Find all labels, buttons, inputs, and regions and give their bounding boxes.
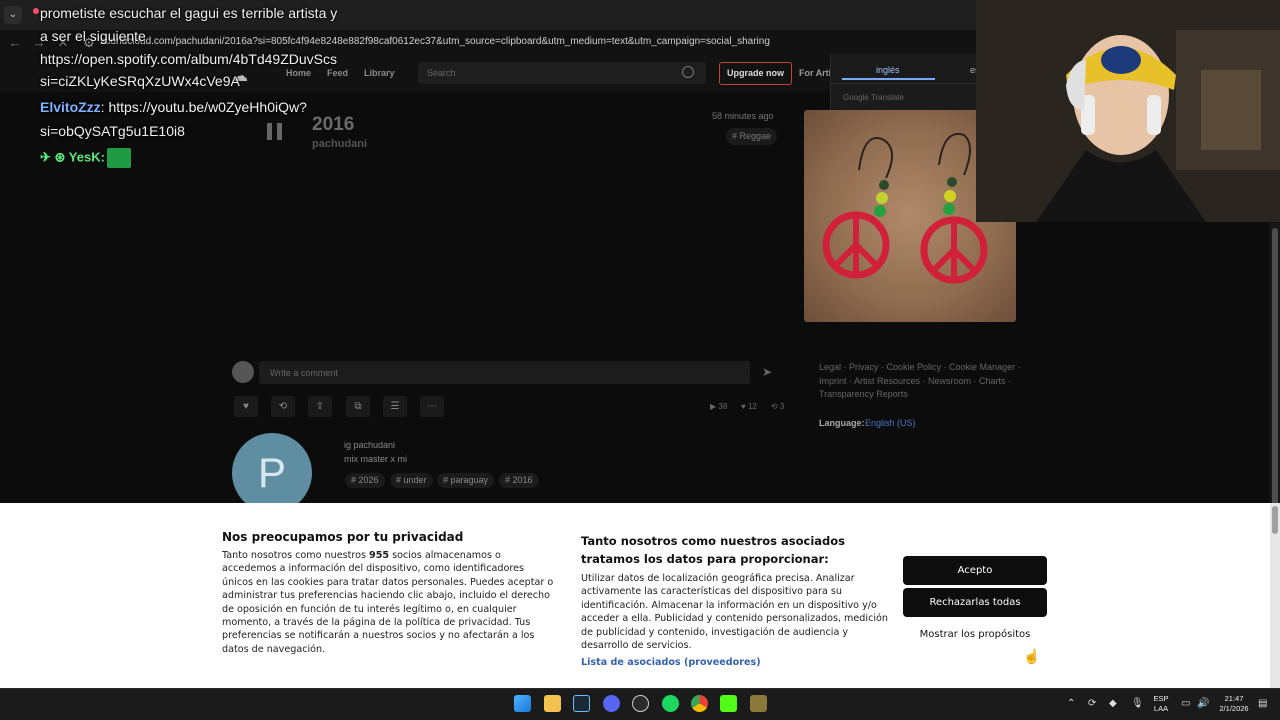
- nav-home[interactable]: Home: [286, 68, 311, 78]
- search-input[interactable]: [418, 62, 706, 84]
- chat-line-2: a ser el siguiente: [40, 28, 146, 44]
- search-placeholder: Search: [427, 68, 456, 78]
- hashtag-under[interactable]: # under: [390, 473, 433, 488]
- play-count: ▶ 38: [710, 402, 728, 411]
- back-arrow-icon[interactable]: ←: [6, 34, 24, 52]
- hashtag-2026[interactable]: # 2026: [345, 473, 385, 488]
- obs-icon[interactable]: [632, 695, 649, 712]
- for-artists-link[interactable]: For Arti: [799, 68, 831, 78]
- consent-purposes-title: Tanto nosotros como nuestros asociados t…: [581, 534, 846, 566]
- repost-button[interactable]: ⟲: [271, 396, 295, 417]
- chat-indicator-dot: [33, 8, 39, 14]
- steam-icon[interactable]: [573, 695, 590, 712]
- track-artist[interactable]: pachudani: [312, 138, 367, 150]
- hand-cursor-icon: ☝: [1023, 648, 1041, 664]
- pause-icon[interactable]: [267, 123, 283, 140]
- volume-icon[interactable]: 🔊: [1197, 698, 1209, 709]
- track-posted-time: 58 minutes ago: [712, 111, 774, 121]
- comment-placeholder: Write a comment: [270, 368, 338, 378]
- time: 21:47: [1224, 694, 1244, 703]
- chat-username-yesk: YesK:: [68, 149, 105, 165]
- tab-list-chevron-icon[interactable]: ⌄: [4, 6, 22, 24]
- webcam-overlay: [976, 0, 1280, 222]
- keyboard-language[interactable]: ESP LAA: [1151, 694, 1171, 714]
- lang-esp: ESP: [1153, 694, 1169, 703]
- repost-count[interactable]: ⟲ 3: [771, 402, 784, 411]
- nav-library[interactable]: Library: [364, 68, 395, 78]
- consent-body-b: socios almacenamos o accedemos a informa…: [222, 550, 554, 655]
- sync-icon[interactable]: ⟳: [1088, 698, 1096, 709]
- file-explorer-icon[interactable]: [544, 695, 561, 712]
- streamer-webcam-image: [976, 0, 1280, 222]
- accept-button[interactable]: Acepto: [903, 556, 1047, 585]
- chat-line-5: ElvitoZzz: https://youtu.be/w0ZyeHh0iQw?: [40, 99, 307, 115]
- description-line-1: ig pachudani: [344, 440, 396, 450]
- reject-all-button[interactable]: Rechazarlas todas: [903, 588, 1047, 617]
- translate-tab-indicator: [842, 78, 935, 80]
- add-to-playlist-button[interactable]: ☰: [383, 396, 407, 417]
- hashtag-2016[interactable]: # 2016: [499, 473, 539, 488]
- nav-feed[interactable]: Feed: [327, 68, 348, 78]
- more-button[interactable]: ⋯: [420, 396, 444, 417]
- chrome-icon[interactable]: [691, 695, 708, 712]
- chat-username-elvito: ElvitoZzz: [40, 99, 101, 115]
- google-translate-brand: Google Translate: [843, 93, 904, 102]
- language-label: Language:: [819, 418, 865, 428]
- send-icon[interactable]: ➤: [762, 365, 772, 379]
- footer-links[interactable]: Legal · Privacy · Cookie Policy · Cookie…: [819, 361, 1024, 402]
- translate-lang-english[interactable]: inglés: [876, 65, 900, 75]
- like-count[interactable]: ♥ 12: [741, 402, 757, 411]
- defender-icon[interactable]: ◆: [1109, 698, 1117, 709]
- chat-line-7: ✈ ⊛ YesK:: [40, 148, 131, 168]
- chat-line-3: https://open.spotify.com/album/4bTd49ZDu…: [40, 51, 337, 67]
- search-icon[interactable]: [682, 66, 694, 78]
- share-button[interactable]: ⇪: [308, 396, 332, 417]
- artist-avatar[interactable]: P: [232, 433, 312, 513]
- windows-start-icon[interactable]: [514, 695, 531, 712]
- date: 2/1/2026: [1219, 704, 1249, 713]
- clock[interactable]: 21:47 2/1/2026: [1214, 694, 1254, 714]
- upgrade-button[interactable]: Upgrade now: [719, 62, 792, 85]
- microphone-icon[interactable]: 🎙: [1131, 698, 1144, 709]
- show-purposes-button[interactable]: Mostrar los propósitos: [903, 620, 1047, 649]
- like-button[interactable]: ♥: [234, 396, 258, 417]
- user-avatar: [232, 361, 254, 383]
- partners-list-link[interactable]: Lista de asociados (proveedores): [581, 657, 761, 668]
- copy-link-button[interactable]: ⧉: [346, 396, 370, 417]
- emote-icons: ✈ ⊛: [40, 149, 66, 165]
- url-text[interactable]: soundcloud.com/pachudani/2016a?si=805fc4…: [100, 36, 770, 47]
- translate-divider: [830, 83, 980, 84]
- network-icon[interactable]: ▭: [1181, 698, 1190, 709]
- tray-chevron-icon[interactable]: ⌃: [1067, 698, 1075, 709]
- track-title: 2016: [312, 114, 355, 135]
- consent-title: Nos preocupamos por tu privacidad: [222, 530, 464, 544]
- consent-purposes-body: Utilizar datos de localización geográfic…: [581, 573, 888, 652]
- partners-count: 955: [369, 550, 390, 561]
- emote-icon: [106, 148, 131, 168]
- chat-line-1: prometiste escuchar el gagui es terrible…: [40, 5, 338, 21]
- chat-line-4: si=ciZKLyKeSRqXzUWx4cVe9A: [40, 73, 240, 89]
- chat-line-6: si=obQySATg5u1E10i8: [40, 123, 185, 139]
- genre-tag[interactable]: # Reggae: [726, 128, 778, 145]
- description-line-2: mix master x mi: [344, 454, 407, 464]
- hashtag-paraguay[interactable]: # paraguay: [437, 473, 495, 488]
- kick-icon[interactable]: [720, 695, 737, 712]
- consent-scrollbar-thumb[interactable]: [1272, 506, 1278, 534]
- discord-icon[interactable]: [603, 695, 620, 712]
- chat-message-5: : https://youtu.be/w0ZyeHh0iQw?: [100, 99, 307, 115]
- notification-icon[interactable]: ▤: [1258, 698, 1267, 709]
- spotify-icon[interactable]: [662, 695, 679, 712]
- minecraft-icon[interactable]: [750, 695, 767, 712]
- language-selector[interactable]: English (US): [865, 418, 916, 428]
- lang-laa: LAA: [1153, 704, 1169, 713]
- page-scrollbar-thumb[interactable]: [1272, 228, 1278, 534]
- consent-body: Tanto nosotros como nuestros 955 socios …: [222, 549, 557, 656]
- consent-body-a: Tanto nosotros como nuestros: [222, 550, 370, 561]
